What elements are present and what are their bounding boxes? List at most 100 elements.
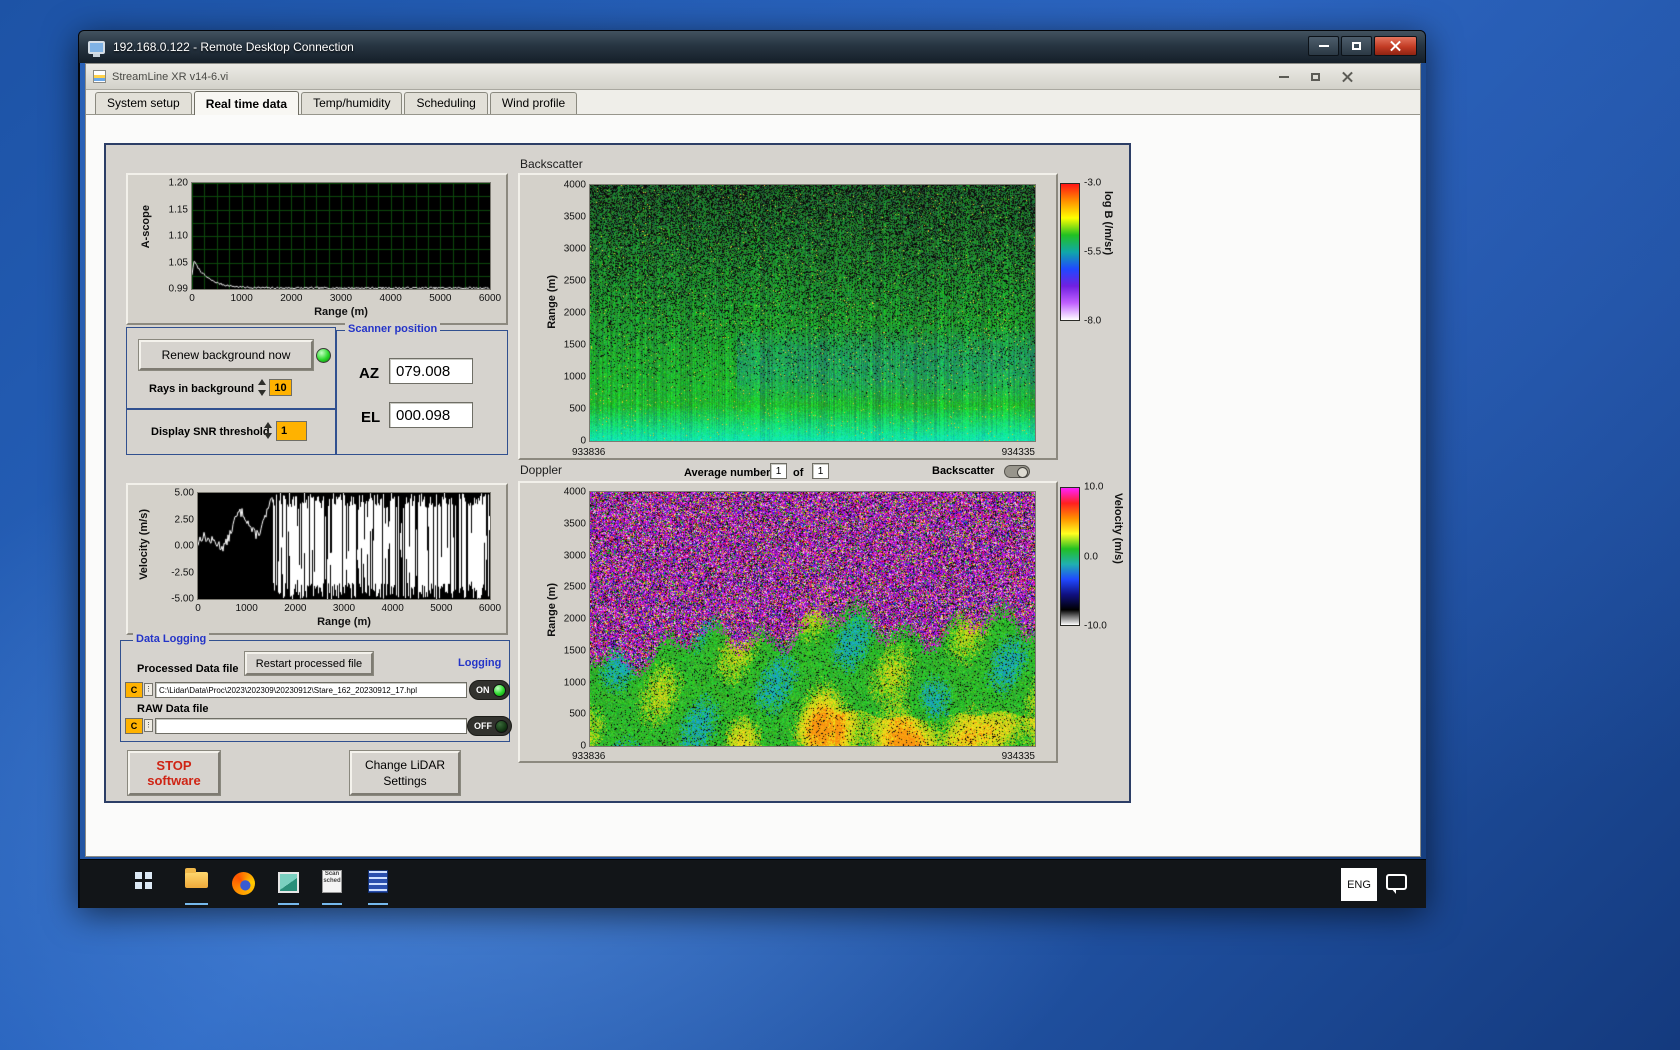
renew-background-label: Renew background now (161, 348, 291, 362)
firefox-icon (232, 872, 255, 895)
tick-label: -5.00 (171, 593, 194, 605)
tick-label: 1500 (563, 339, 586, 351)
app-restore-button[interactable] (1311, 72, 1320, 81)
change-settings-label-line1: Change LiDAR (364, 758, 446, 772)
app-minimize-button[interactable] (1279, 75, 1289, 78)
raw-path-field[interactable] (155, 718, 467, 734)
renew-background-button[interactable]: Renew background now (139, 340, 313, 370)
doppler-heatmap (589, 491, 1036, 747)
doppler-title: Doppler (520, 463, 563, 477)
tick-label: 1.20 (168, 177, 188, 189)
velocity-x-axis-label: Range (m) (317, 616, 371, 628)
tick-label: 4000 (563, 486, 586, 498)
tick-label: 1000 (230, 293, 253, 304)
labview-vi-icon (93, 70, 106, 83)
tick-label: 0 (189, 293, 195, 304)
rdp-titlebar[interactable]: 192.168.0.122 - Remote Desktop Connectio… (79, 31, 1425, 63)
velocity-y-axis-label: Velocity (m/s) (138, 509, 150, 580)
tab-wind-profile[interactable]: Wind profile (489, 92, 578, 114)
file-explorer-button[interactable] (185, 868, 208, 888)
decrement-icon (258, 390, 266, 396)
tick-label: 1.05 (168, 257, 188, 268)
minimize-button[interactable] (1308, 36, 1339, 56)
change-settings-label-line2: Settings (383, 774, 427, 788)
backscatter-y-ticks: 4000 3500 3000 2500 2000 1500 1000 500 0 (552, 180, 588, 447)
folder-icon (185, 868, 208, 888)
ascope-x-ticks: 0 1000 2000 3000 4000 5000 6000 (189, 293, 501, 305)
raw-browse-button[interactable]: ⋮ (144, 719, 153, 732)
remote-desktop-icon (88, 40, 105, 57)
ascope-x-axis-label: Range (m) (314, 306, 368, 318)
tab-real-time-data[interactable]: Real time data (193, 91, 300, 115)
tick-label: 4000 (563, 179, 586, 191)
stop-software-button[interactable]: STOP software (128, 751, 220, 795)
rdp-window: 192.168.0.122 - Remote Desktop Connectio… (78, 30, 1426, 908)
streamline-app-window: StreamLine XR v14-6.vi System setup Real… (85, 63, 1421, 857)
close-icon (1390, 41, 1401, 52)
minimize-icon (1318, 45, 1329, 47)
rays-in-background-label: Rays in background (149, 383, 255, 395)
tick-label: 3500 (563, 518, 586, 530)
backscatter-heatmap (589, 184, 1036, 442)
tab-scheduling[interactable]: Scheduling (404, 92, 488, 114)
processed-logging-toggle[interactable]: ON (469, 680, 510, 700)
photos-active-indicator (278, 903, 299, 905)
tick-label: 2000 (563, 307, 586, 319)
tick-label: 5.00 (174, 487, 194, 499)
doppler-y-ticks: 4000 3500 3000 2500 2000 1500 1000 500 0 (552, 487, 588, 752)
data-logging-title: Data Logging (133, 633, 210, 645)
raw-logging-led (495, 719, 508, 733)
firefox-button[interactable] (232, 872, 255, 895)
tab-bar: System setup Real time data Temp/humidit… (86, 90, 1420, 115)
app-titlebar[interactable]: StreamLine XR v14-6.vi (86, 64, 1420, 90)
azimuth-label: AZ (359, 365, 379, 382)
close-button[interactable] (1374, 36, 1417, 56)
elevation-label: EL (361, 409, 381, 426)
doppler-x-end: 934335 (1001, 751, 1035, 762)
tab-temp-humidity[interactable]: Temp/humidity (301, 92, 403, 114)
doppler-x-start: 933836 (572, 751, 606, 762)
tick-label: 500 (569, 708, 586, 720)
app-window-title: StreamLine XR v14-6.vi (112, 70, 229, 83)
restart-processed-file-button[interactable]: Restart processed file (245, 652, 373, 675)
change-lidar-settings-button[interactable]: Change LiDAR Settings (350, 751, 460, 795)
average-number-value[interactable]: 1 (770, 463, 787, 479)
tick-label: 3500 (563, 211, 586, 223)
processed-browse-button[interactable]: ⋮ (144, 683, 153, 696)
desktop-background: 192.168.0.122 - Remote Desktop Connectio… (0, 0, 1680, 1050)
tick-label: 6000 (478, 293, 502, 304)
tick-label: -2.50 (171, 567, 194, 578)
scanner-position-title: Scanner position (345, 323, 441, 335)
data-app-active-indicator (368, 903, 388, 905)
restart-processed-file-label: Restart processed file (255, 657, 363, 670)
app-close-button[interactable] (1342, 71, 1353, 82)
notification-icon[interactable] (1386, 874, 1407, 894)
processed-path-field[interactable]: C:\Lidar\Data\Proc\2023\202309\20230912\… (155, 682, 467, 698)
rays-spinner[interactable] (257, 379, 267, 396)
photos-app-button[interactable] (278, 872, 299, 893)
processed-drive-selector[interactable]: C (125, 682, 143, 698)
raw-drive-selector[interactable]: C (125, 718, 143, 734)
language-indicator[interactable]: ENG (1341, 868, 1377, 901)
remote-taskbar: Scan sched ENG (80, 859, 1426, 908)
tab-system-setup[interactable]: System setup (95, 92, 192, 114)
backscatter-toggle-switch[interactable] (1004, 465, 1030, 478)
scan-scheduler-icon: Scan sched (322, 870, 342, 893)
scan-scheduler-button[interactable]: Scan sched (322, 870, 342, 893)
data-app-button[interactable] (368, 870, 388, 893)
maximize-icon (1352, 42, 1361, 50)
average-of-value[interactable]: 1 (812, 463, 829, 479)
ascope-plot (191, 182, 491, 290)
snr-threshold-value[interactable]: 1 (276, 421, 307, 441)
tick-label: 1000 (563, 371, 586, 383)
tick-label: 5000 (429, 293, 452, 304)
start-button[interactable] (135, 872, 152, 889)
scan-icon-text1: Scan (324, 871, 340, 877)
processed-logging-state: ON (476, 685, 490, 695)
ascope-y-axis-label: A-scope (140, 205, 152, 249)
rays-in-background-value[interactable]: 10 (269, 379, 292, 396)
snr-spinner[interactable] (263, 422, 273, 439)
maximize-button[interactable] (1341, 36, 1372, 56)
raw-logging-toggle[interactable]: OFF (467, 716, 512, 736)
tick-label: 0 (195, 603, 201, 614)
